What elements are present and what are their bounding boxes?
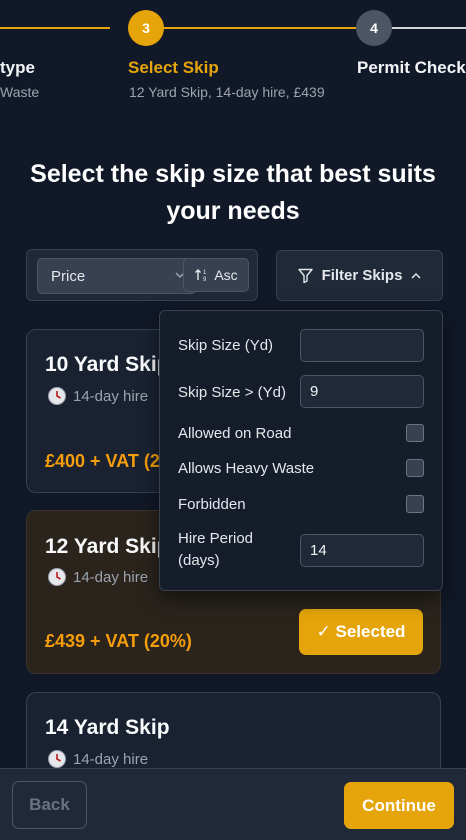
svg-text:1: 1 [203, 270, 207, 276]
skip-card-hire: 14-day hire [47, 386, 148, 406]
step-3-subtitle: 12 Yard Skip, 14-day hire, £439 [129, 84, 325, 100]
skip-size-gt-input[interactable] [300, 375, 424, 408]
hire-period-input[interactable] [300, 534, 424, 567]
skip-card-hire-label: 14-day hire [73, 387, 149, 405]
chevron-up-icon [411, 272, 421, 279]
page-title: Select the skip size that best suits you… [30, 160, 436, 225]
step-connector-completed [0, 27, 110, 29]
skip-card-title: 12 Yard Skip [45, 535, 170, 558]
skip-card-title: 10 Yard Skip [45, 353, 170, 376]
skip-card-hire-label: 14-day hire [73, 750, 149, 768]
skip-card-title: 14 Yard Skip [45, 716, 170, 739]
skip-size-input[interactable] [300, 329, 424, 362]
sort-select-value: Price [51, 268, 86, 285]
clock-icon [48, 750, 66, 768]
step-connector-upcoming [392, 27, 466, 29]
step-3-indicator: 3 [128, 10, 164, 46]
selected-button[interactable]: ✓ Selected [299, 609, 423, 655]
step-4-title: Permit Check [357, 58, 466, 77]
step-2-title: type [0, 58, 35, 77]
step-2-subtitle: Waste [0, 84, 40, 100]
step-connector-active [164, 27, 356, 29]
allowed-on-road-checkbox[interactable] [406, 424, 424, 442]
skip-card-price: £439 + VAT (20%) [45, 631, 192, 651]
step-3-number: 3 [142, 20, 150, 36]
sort-ascending-icon: 19 [195, 269, 207, 283]
filter-skips-label: Filter Skips [321, 267, 403, 284]
bottom-action-bar: Back Continue [0, 768, 466, 840]
clock-icon [48, 387, 66, 405]
hire-period-label: Hire Period (days) [178, 528, 253, 572]
allows-heavy-waste-checkbox[interactable] [406, 459, 424, 477]
skip-size-gt-label: Skip Size > (Yd) [178, 384, 286, 401]
allowed-on-road-label: Allowed on Road [178, 425, 292, 442]
progress-stepper: 3 4 type Waste Select Skip 12 Yard Skip,… [0, 0, 466, 110]
sort-direction-button[interactable]: 19 Asc [183, 258, 249, 292]
sort-direction-label: Asc [214, 267, 238, 283]
filter-dropdown: Skip Size (Yd) Skip Size > (Yd) Allowed … [159, 310, 443, 591]
svg-text:9: 9 [203, 277, 207, 283]
sort-select[interactable]: Price [37, 258, 197, 294]
step-4-indicator: 4 [356, 10, 392, 46]
forbidden-label: Forbidden [178, 496, 246, 513]
forbidden-checkbox[interactable] [406, 495, 424, 513]
back-button[interactable]: Back [12, 781, 87, 829]
continue-button[interactable]: Continue [344, 782, 454, 829]
skip-card-hire: 14-day hire [47, 567, 148, 587]
allows-heavy-waste-label: Allows Heavy Waste [178, 460, 315, 477]
hire-period-label-line1: Hire Period [178, 530, 254, 547]
skip-card-hire: 14-day hire [47, 749, 148, 769]
hire-period-label-line2: (days) [178, 552, 220, 569]
skip-size-label: Skip Size (Yd) [178, 337, 274, 354]
step-4-number: 4 [370, 20, 378, 36]
step-3-title: Select Skip [128, 58, 219, 77]
filter-icon [297, 268, 313, 284]
clock-icon [48, 568, 66, 586]
skip-card-hire-label: 14-day hire [73, 568, 149, 586]
filter-skips-button[interactable]: Filter Skips [276, 250, 443, 301]
sort-controls: Price 19 Asc [26, 249, 258, 301]
